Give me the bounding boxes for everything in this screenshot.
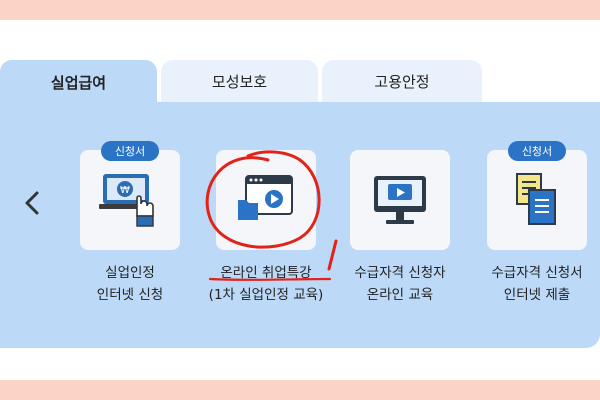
laptop-click-icon: ₩ <box>99 174 154 227</box>
service-card-online-lecture[interactable] <box>216 150 316 250</box>
service-label-online-recognition[interactable]: 실업인정 인터넷 신청 <box>55 262 205 306</box>
svg-text:₩: ₩ <box>120 185 130 196</box>
service-card-application-submission[interactable] <box>487 150 587 250</box>
service-label-application-submission[interactable]: 수급자격 신청서 인터넷 제출 <box>462 262 600 306</box>
label-line: 실업인정 <box>105 265 155 281</box>
tab-unemployment-benefit[interactable]: 실업급여 <box>0 60 157 104</box>
documents-icon <box>516 173 556 225</box>
top-accent-band <box>0 0 600 20</box>
service-label-recipient-education[interactable]: 수급자격 신청자 온라인 교육 <box>325 262 475 306</box>
prev-arrow-button[interactable] <box>20 186 44 220</box>
monitor-play-icon <box>374 176 426 224</box>
label-line: 인터넷 제출 <box>503 287 571 303</box>
label-line: 인터넷 신청 <box>96 287 164 303</box>
application-badge: 신청서 <box>101 141 159 161</box>
label-line: 수급자격 신청서 <box>491 265 583 281</box>
label-line: 온라인 취업특강 <box>220 265 312 281</box>
video-window-icon <box>238 175 293 220</box>
service-card-online-recognition[interactable]: ₩ <box>80 150 180 250</box>
bottom-accent-band <box>0 380 600 400</box>
application-badge: 신청서 <box>508 141 566 161</box>
service-card-recipient-education[interactable] <box>350 150 450 250</box>
tab-maternity-protection[interactable]: 모성보호 <box>161 60 318 102</box>
label-line: 온라인 교육 <box>366 287 434 303</box>
tab-employment-stability[interactable]: 고용안정 <box>322 60 482 102</box>
label-line: (1차 실업인정 교육) <box>208 287 324 303</box>
label-line: 수급자격 신청자 <box>354 265 446 281</box>
tab-bar: 실업급여 모성보호 고용안정 <box>0 60 600 104</box>
service-label-online-lecture[interactable]: 온라인 취업특강 (1차 실업인정 교육) <box>191 262 341 306</box>
chevron-left-icon <box>25 191 39 215</box>
